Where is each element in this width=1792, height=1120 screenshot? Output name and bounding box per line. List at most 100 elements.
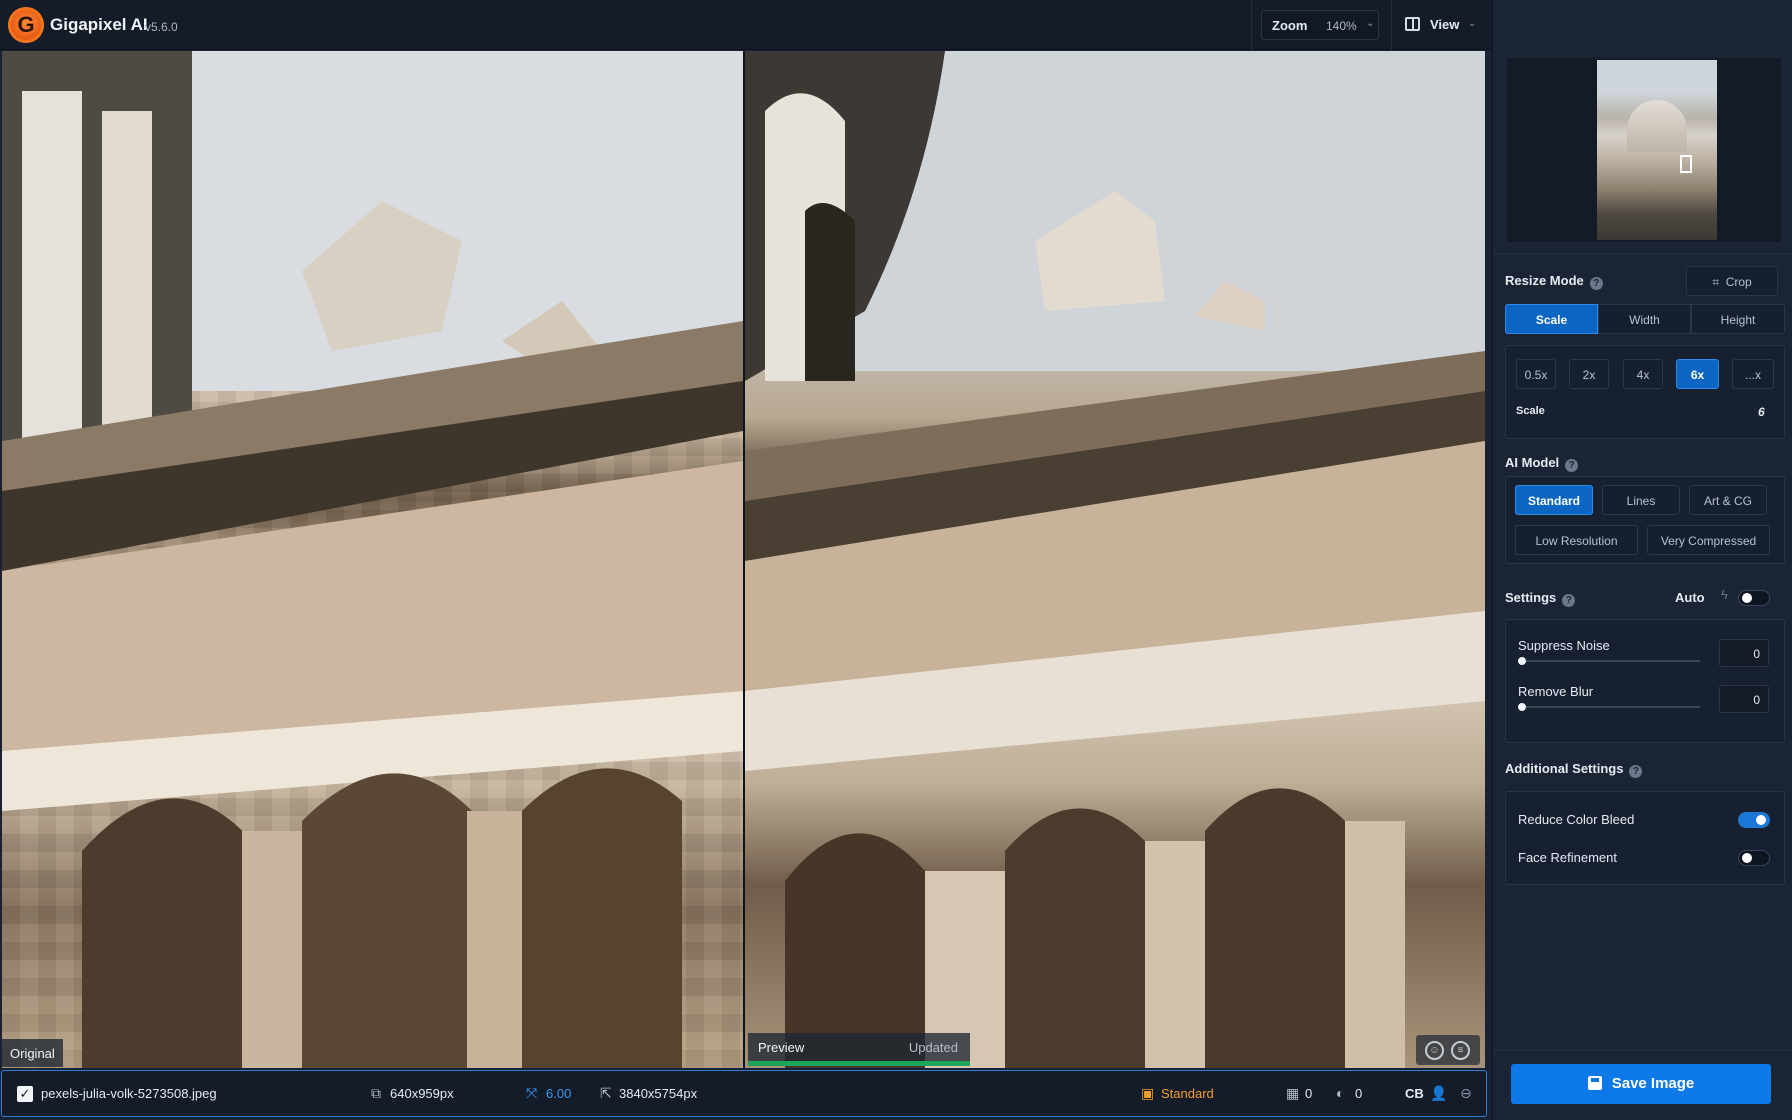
expand-scale-icon: ⤧ [526, 1085, 538, 1101]
split-view-icon [1405, 17, 1420, 31]
scale-preset-4x[interactable]: 4x [1623, 359, 1663, 389]
original-label: Original [2, 1039, 63, 1067]
additional-settings-label: Additional Settings [1505, 761, 1624, 776]
suppress-noise-slider[interactable] [1520, 660, 1700, 662]
save-image-button[interactable]: Save Image [1511, 1064, 1771, 1104]
ai-model-box: Standard Lines Art & CG Low Resolution V… [1505, 476, 1785, 564]
output-size: 3840x5754px [619, 1086, 698, 1101]
scale-preset-6x[interactable]: 6x [1676, 359, 1719, 389]
auto-label: Auto [1675, 590, 1705, 605]
zoom-dropdown[interactable]: Zoom 140% ⌄ [1261, 10, 1379, 40]
model-lines-button[interactable]: Lines [1602, 485, 1680, 515]
crop-button[interactable]: ⌗ Crop [1686, 266, 1778, 296]
logo-letter: G [17, 12, 35, 37]
reduce-color-bleed-toggle-knob [1756, 815, 1766, 825]
blur-icon: ◐ [1336, 1085, 1345, 1101]
settings-title: Settings? [1505, 590, 1576, 607]
mode-height-tab[interactable]: Height [1691, 304, 1785, 334]
ai-model-icon: ▣ [1141, 1085, 1155, 1101]
settings-sidebar: Resize Mode? ⌗ Crop Scale Width Height 0… [1492, 0, 1792, 1120]
model-name: Standard [1161, 1086, 1214, 1101]
preview-title: Preview [758, 1040, 805, 1055]
help-icon[interactable]: ? [1562, 594, 1576, 607]
noise-icon: ▦ [1286, 1085, 1300, 1101]
navigator-viewport[interactable] [1680, 155, 1692, 173]
color-bleed-badge: CB [1405, 1086, 1424, 1101]
remove-blur-slider[interactable] [1520, 706, 1700, 708]
scale-label: Scale [1516, 405, 1545, 417]
crop-icon: ⌗ [1712, 275, 1720, 289]
model-low-resolution-button[interactable]: Low Resolution [1515, 525, 1638, 555]
input-size: 640x959px [390, 1086, 454, 1101]
suppress-noise-label: Suppress Noise [1518, 638, 1610, 653]
navigator-thumbnail[interactable] [1597, 60, 1717, 240]
preview-label: Preview Updated [748, 1033, 970, 1061]
settings-box: Suppress Noise 0 Remove Blur 0 [1505, 619, 1785, 743]
output-size-icon: ⇱ [600, 1085, 612, 1101]
scale-presets-box: 0.5x 2x 4x 6x ...x Scale 6 [1505, 345, 1785, 439]
preview-image-artwork [745, 51, 1485, 1068]
additional-settings-box: Reduce Color Bleed Face Refinement [1505, 791, 1785, 885]
auto-toggle-knob [1742, 593, 1752, 603]
remove-icon[interactable]: ⊖ [1460, 1085, 1472, 1102]
chevron-down-icon: ⌄ [1468, 18, 1477, 29]
toolbar-divider [1391, 0, 1392, 50]
zoom-label: Zoom [1272, 18, 1308, 33]
help-icon[interactable]: ? [1589, 277, 1603, 290]
resize-mode-title: Resize Mode? [1505, 273, 1603, 290]
face-refinement-toggle[interactable] [1738, 850, 1770, 866]
mode-width-tab[interactable]: Width [1598, 304, 1691, 334]
app-name: Gigapixel AI [50, 15, 148, 34]
scale-preset-2x[interactable]: 2x [1569, 359, 1609, 389]
app-version: v5.6.0 [145, 20, 178, 34]
ai-model-title: AI Model? [1505, 455, 1579, 472]
resize-mode-label: Resize Mode [1505, 273, 1584, 288]
ai-model-label: AI Model [1505, 455, 1560, 470]
file-name: pexels-julia-volk-5273508.jpeg [41, 1086, 217, 1101]
suppress-noise-slider-knob[interactable] [1518, 657, 1526, 665]
original-image-artwork [2, 51, 743, 1068]
model-standard-button[interactable]: Standard [1515, 485, 1593, 515]
remove-blur-label: Remove Blur [1518, 684, 1594, 699]
additional-settings-title: Additional Settings? [1505, 761, 1643, 778]
scale-value[interactable]: 6 [1758, 405, 1765, 419]
face-compare-icon[interactable]: ≡ [1451, 1041, 1470, 1060]
face-refinement-toggle-knob [1742, 853, 1752, 863]
reduce-color-bleed-toggle[interactable] [1738, 812, 1770, 828]
help-icon[interactable]: ? [1565, 459, 1579, 472]
file-select-checkbox[interactable]: ✓ [17, 1086, 33, 1102]
face-tools: ☺ ≡ [1416, 1035, 1480, 1065]
chevron-down-icon: ⌄ [1366, 18, 1375, 29]
zoom-value: 140% [1326, 19, 1357, 33]
scale-preset-custom[interactable]: ...x [1732, 359, 1774, 389]
noise-count: 0 [1305, 1086, 1313, 1101]
preview-image-panel[interactable] [745, 51, 1485, 1068]
preview-progress-bar [748, 1061, 970, 1066]
title-bar: G Gigapixel AI v5.6.0 Zoom 140% ⌄ View ⌄ [0, 0, 1492, 50]
auto-bolt-icon: ϟ [1721, 587, 1728, 602]
section-divider [1493, 1050, 1792, 1051]
file-status-bar[interactable]: ✓ pexels-julia-volk-5273508.jpeg ⧉ 640x9… [1, 1070, 1487, 1117]
model-very-compressed-button[interactable]: Very Compressed [1647, 525, 1770, 555]
original-image-panel[interactable] [2, 51, 743, 1068]
mode-scale-tab[interactable]: Scale [1505, 304, 1598, 334]
section-divider [1493, 253, 1792, 254]
remove-blur-input[interactable]: 0 [1719, 685, 1769, 713]
preview-status: Updated [908, 1040, 958, 1055]
model-art-cg-button[interactable]: Art & CG [1689, 485, 1767, 515]
scale-preset-0-5x[interactable]: 0.5x [1516, 359, 1556, 389]
scale-factor: 6.00 [546, 1086, 572, 1101]
save-image-label: Save Image [1611, 1075, 1695, 1092]
view-dropdown[interactable]: View ⌄ [1402, 10, 1486, 40]
view-label: View [1430, 17, 1460, 32]
save-disk-icon [1587, 1076, 1602, 1090]
navigator[interactable] [1507, 58, 1781, 242]
toolbar-divider [1251, 0, 1252, 50]
remove-blur-slider-knob[interactable] [1518, 703, 1526, 711]
thumbnail-dome [1627, 100, 1687, 152]
auto-toggle[interactable] [1738, 590, 1770, 606]
crop-label: Crop [1725, 275, 1752, 289]
suppress-noise-input[interactable]: 0 [1719, 639, 1769, 667]
help-icon[interactable]: ? [1629, 765, 1643, 778]
face-detect-icon[interactable]: ☺ [1425, 1041, 1444, 1060]
